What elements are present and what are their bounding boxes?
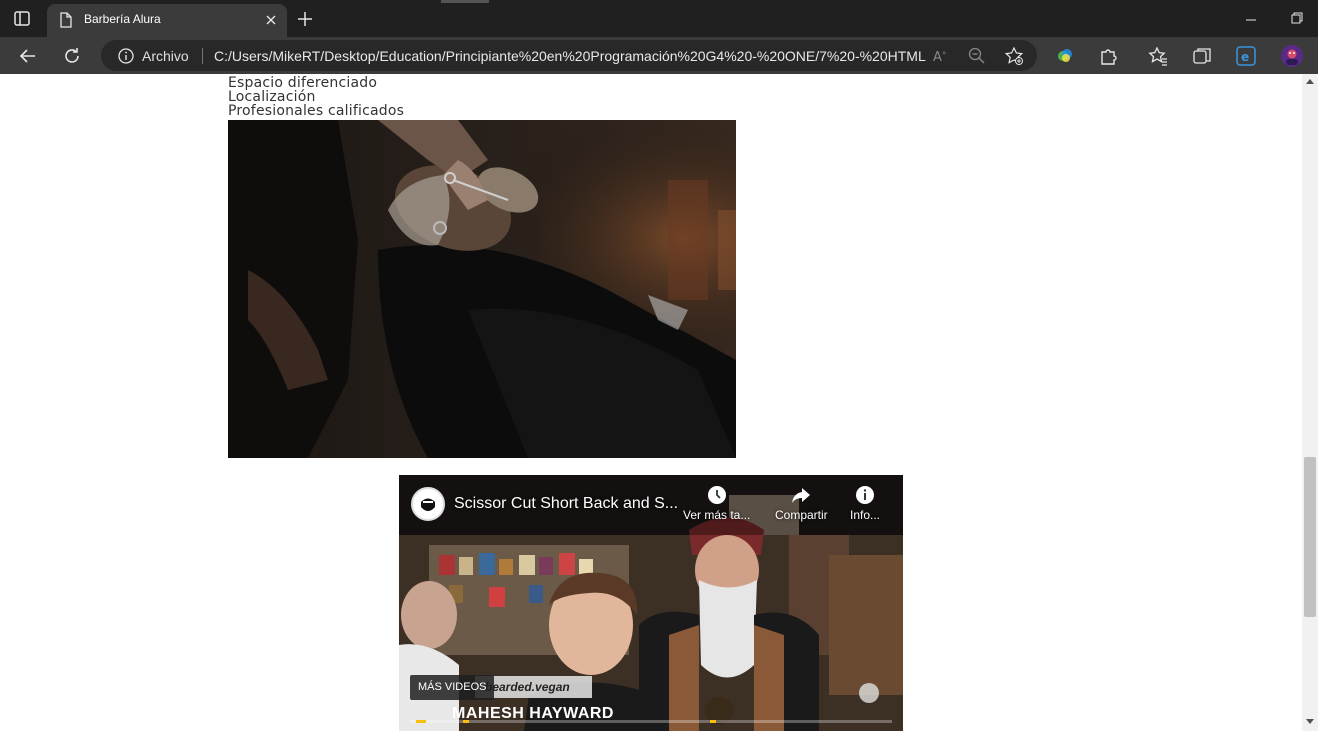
info-label: Info... [850, 508, 881, 522]
add-favorite-icon[interactable] [1004, 46, 1024, 66]
tab-actions-icon[interactable] [12, 9, 34, 29]
address-separator [202, 48, 203, 64]
collections-icon[interactable] [1190, 44, 1214, 68]
profile-avatar[interactable] [1280, 44, 1304, 68]
scroll-thumb[interactable] [1304, 457, 1316, 617]
barber-photo [228, 120, 736, 458]
info-button[interactable]: Info... [850, 485, 880, 522]
info-icon[interactable] [117, 47, 135, 69]
progress-chapter-marker [416, 720, 426, 723]
tab-strip: Barbería Alura [0, 0, 1318, 37]
progress-chapter-marker [710, 720, 716, 723]
puzzle-icon[interactable] [1097, 44, 1121, 68]
zoom-out-icon[interactable] [967, 46, 987, 66]
address-bar[interactable]: Archivo C:/Users/MikeRT/Desktop/Educatio… [101, 40, 1037, 71]
tab-drag-indicator [441, 0, 489, 3]
video-progress-bar[interactable] [410, 720, 892, 723]
svg-text:»: » [942, 49, 946, 57]
refresh-icon[interactable] [60, 44, 84, 68]
browser-toolbar: Archivo C:/Users/MikeRT/Desktop/Educatio… [0, 37, 1318, 74]
new-tab-button[interactable] [294, 8, 316, 30]
share-button[interactable]: Compartir [775, 485, 828, 522]
info-icon [856, 486, 875, 504]
scroll-down-arrow-icon[interactable] [1306, 719, 1314, 724]
color-extension-icon[interactable] [1053, 44, 1077, 68]
share-label: Compartir [775, 508, 828, 522]
video-title[interactable]: Scissor Cut Short Back and S... [454, 495, 678, 513]
tab-active[interactable]: Barbería Alura [47, 4, 287, 37]
url-text[interactable]: C:/Users/MikeRT/Desktop/Education/Princi… [214, 48, 926, 64]
page-content: Espacio diferenciado Localización Profes… [0, 74, 1302, 731]
list-item: Profesionales calificados [228, 103, 405, 119]
scroll-up-arrow-icon[interactable] [1306, 79, 1314, 84]
edge-icon[interactable]: e [1234, 44, 1258, 68]
tab-title: Barbería Alura [84, 12, 161, 26]
restore-button[interactable] [1289, 10, 1305, 26]
more-videos-button[interactable]: MÁS VIDEOS [410, 675, 495, 700]
svg-text:e: e [1241, 50, 1249, 64]
svg-text:A: A [933, 50, 942, 65]
clock-icon [707, 486, 726, 504]
read-aloud-icon[interactable]: A» [930, 46, 950, 66]
progress-chapter-marker [463, 720, 469, 723]
channel-avatar[interactable] [411, 487, 445, 521]
minimize-button[interactable] [1244, 12, 1258, 26]
close-icon[interactable] [263, 12, 279, 28]
share-icon [792, 488, 811, 503]
favorites-icon[interactable] [1146, 44, 1170, 68]
watch-later-button[interactable]: Ver más ta... [683, 485, 750, 522]
page-scrollbar[interactable] [1302, 74, 1318, 731]
back-arrow-icon[interactable] [16, 44, 40, 68]
page-icon [59, 12, 73, 32]
embedded-video[interactable]: Scissor Cut Short Back and S... Ver más … [399, 475, 903, 731]
watch-later-label: Ver más ta... [683, 508, 751, 522]
scheme-label: Archivo [142, 48, 189, 64]
